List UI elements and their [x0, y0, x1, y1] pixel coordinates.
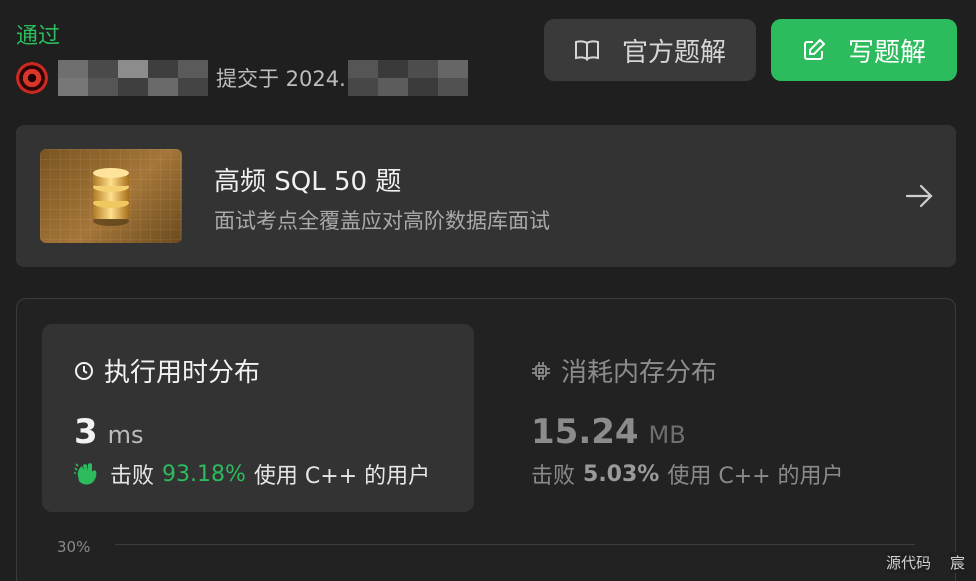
redacted-username [58, 60, 208, 96]
study-plan-subtitle: 面试考点全覆盖应对高阶数据库面试 [214, 209, 550, 233]
submission-time: 提交于 2024. [216, 67, 346, 91]
runtime-card[interactable]: 执行用时分布 3 ms 击败 93.18% 使用 C++ 的用户 [42, 324, 474, 512]
edit-icon [803, 38, 826, 60]
performance-panel: 执行用时分布 3 ms 击败 93.18% 使用 C++ 的用户 消耗内存分布 [16, 298, 956, 581]
memory-value: 15.24 MB [531, 412, 686, 452]
submission-status: 通过 [16, 24, 61, 49]
book-icon [574, 40, 599, 61]
clap-icon [74, 463, 97, 485]
memory-beats: 击败 5.03% 使用 C++ 的用户 [531, 461, 844, 490]
arrow-right-icon[interactable] [904, 181, 934, 211]
write-solution-button[interactable]: 写题解 [771, 19, 957, 81]
chart-axis-label: 30% [57, 538, 91, 556]
runtime-beat-percent: 93.18% [162, 461, 246, 487]
redacted-time [347, 60, 468, 96]
submission-info: 提交于 2024. [16, 60, 468, 96]
runtime-number: 3 [74, 412, 98, 452]
runtime-unit: ms [107, 421, 144, 449]
study-plan-title: 高频 SQL 50 题 [214, 167, 402, 197]
memory-unit: MB [648, 421, 686, 449]
clock-icon [75, 361, 93, 380]
runtime-title: 执行用时分布 [74, 352, 260, 389]
footer-partial-text: 宸 [950, 552, 966, 573]
database-icon [93, 168, 129, 226]
runtime-value: 3 ms [74, 412, 144, 452]
memory-number: 15.24 [531, 412, 639, 452]
study-plan-thumbnail [40, 149, 182, 243]
write-solution-label: 写题解 [847, 37, 926, 68]
chart-gridline [115, 544, 915, 545]
official-solution-button[interactable]: 官方题解 [544, 19, 756, 81]
source-code-link[interactable]: 源代码 [886, 552, 932, 573]
memory-card[interactable]: 消耗内存分布 15.24 MB 击败 5.03% 使用 C++ 的用户 [499, 324, 931, 512]
runtime-beats: 击败 93.18% 使用 C++ 的用户 [74, 458, 430, 490]
chip-icon [532, 361, 550, 380]
memory-title: 消耗内存分布 [531, 352, 717, 389]
official-solution-label: 官方题解 [621, 37, 726, 68]
memory-beat-percent: 5.03% [583, 461, 660, 487]
avatar[interactable] [16, 62, 48, 94]
study-plan-card[interactable]: 高频 SQL 50 题 面试考点全覆盖应对高阶数据库面试 [16, 125, 956, 267]
